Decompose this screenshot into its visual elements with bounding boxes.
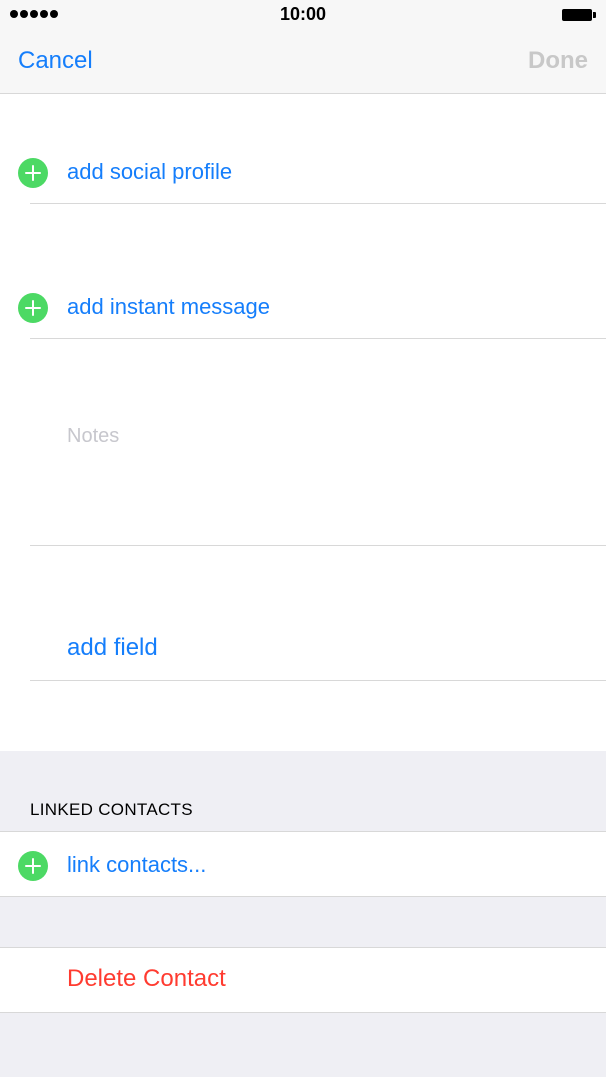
- link-contacts-icon[interactable]: [18, 851, 48, 881]
- status-time: 10:00: [279, 4, 327, 24]
- navigation-bar: Cancel Done: [0, 30, 606, 94]
- section-gap: [0, 897, 606, 947]
- add-instant-message-icon[interactable]: [18, 293, 48, 323]
- add-field-button[interactable]: add field: [67, 634, 158, 662]
- divider: [30, 680, 606, 681]
- battery-icon: [562, 9, 596, 21]
- bottom-background: [0, 1013, 606, 1077]
- notes-field[interactable]: Notes: [67, 425, 119, 448]
- divider: [30, 338, 606, 339]
- delete-contact-button[interactable]: Delete Contact: [67, 965, 226, 993]
- add-social-profile-icon[interactable]: [18, 158, 48, 188]
- status-bar: 10:00: [0, 0, 606, 30]
- link-contacts-button[interactable]: link contacts...: [67, 852, 206, 878]
- add-instant-message-button[interactable]: add instant message: [67, 294, 270, 320]
- cancel-button[interactable]: Cancel: [18, 47, 93, 75]
- divider: [30, 545, 606, 546]
- add-social-profile-button[interactable]: add social profile: [67, 159, 232, 185]
- divider: [30, 203, 606, 204]
- done-button[interactable]: Done: [528, 47, 588, 75]
- linked-contacts-header: LINKED CONTACTS: [30, 800, 193, 819]
